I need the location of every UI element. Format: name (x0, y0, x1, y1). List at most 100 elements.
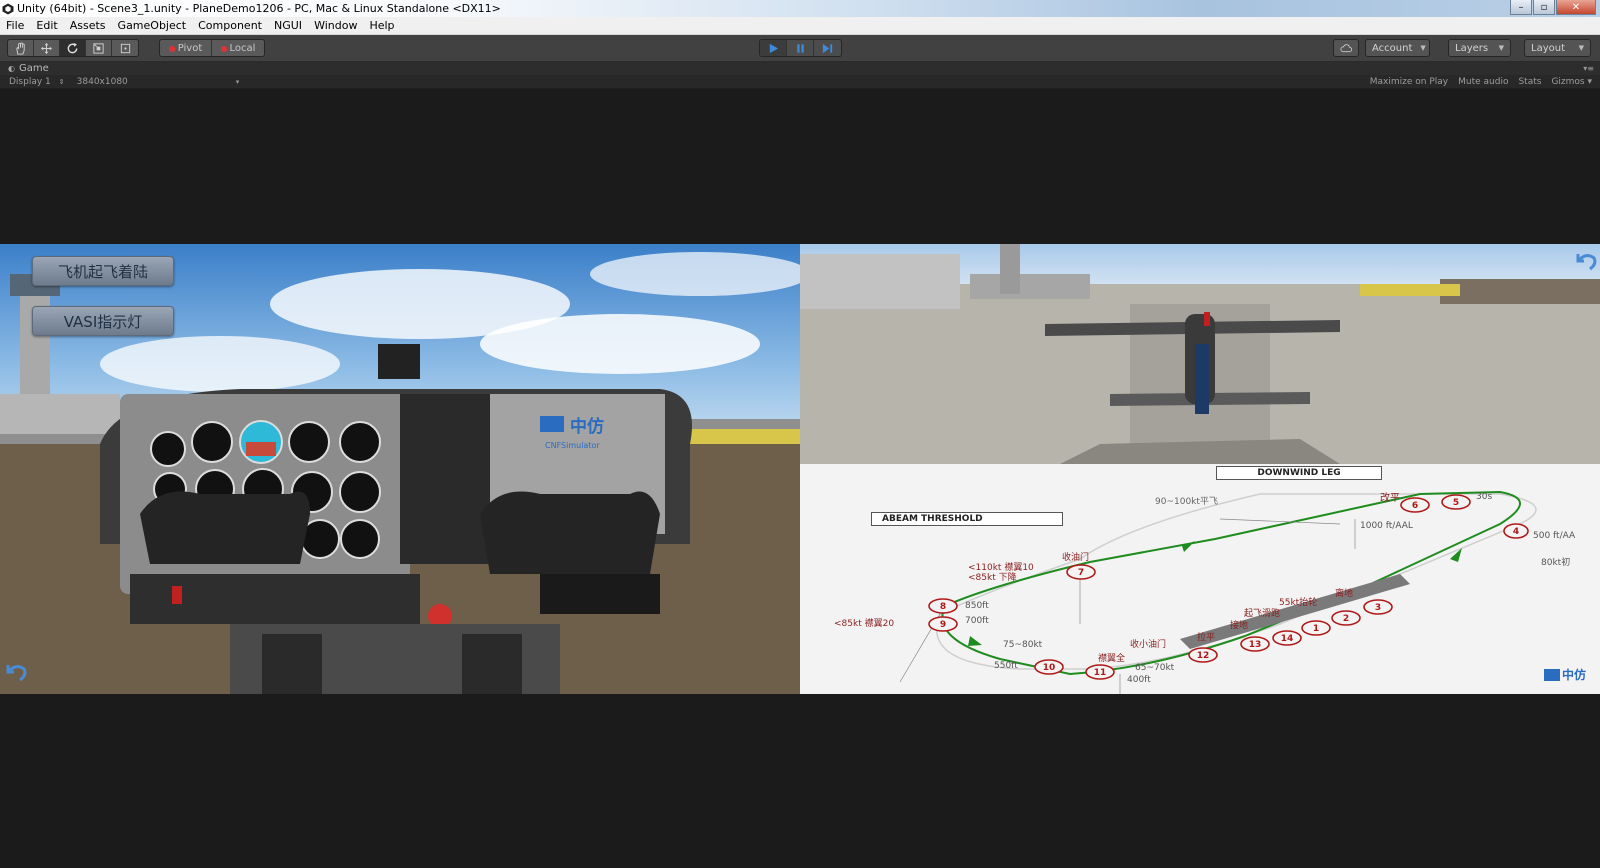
tab-menu-icon[interactable]: ▾≡ (1583, 64, 1594, 73)
unity-logo-icon (2, 3, 14, 14)
menu-assets[interactable]: Assets (64, 19, 112, 32)
layers-label: Layers (1455, 42, 1489, 54)
scale-icon[interactable] (86, 40, 112, 56)
takeoff-roll-label: 起飞滑跑 (1244, 609, 1281, 619)
time-30s-label: 30s (1476, 492, 1493, 502)
maximize-icon[interactable]: ▫ (1533, 0, 1555, 15)
alt-400-label: 400ft (1127, 675, 1151, 685)
touchdown-label: 接地 (1230, 621, 1249, 631)
pattern-point-8: 8 (940, 602, 946, 612)
game-tab-label: Game (18, 63, 49, 74)
menu-edit[interactable]: Edit (30, 19, 63, 32)
play-controls (759, 39, 842, 57)
stats-toggle[interactable]: Stats (1518, 77, 1541, 87)
game-viewport[interactable]: 中仿 CNFSimulator 飞机起飞着陆 VASI指示灯 1 2 3 4 5… (0, 89, 1600, 868)
pattern-point-6: 6 (1412, 501, 1418, 511)
minimize-icon[interactable]: – (1510, 0, 1532, 15)
traffic-pattern-chart: 1 2 3 4 5 6 7 8 9 10 11 12 13 14 DOWNWIN… (800, 464, 1600, 694)
cloud-icon (1340, 43, 1352, 52)
cockpit-view[interactable]: 中仿 CNFSimulator 飞机起飞着陆 VASI指示灯 (0, 244, 800, 694)
pattern-point-3: 3 (1375, 603, 1381, 613)
chart-brand: 中仿 (1544, 666, 1586, 683)
vasi-lights-button[interactable]: VASI指示灯 (32, 306, 174, 336)
external-view[interactable]: 1 2 3 4 5 6 7 8 9 10 11 12 13 14 DOWNWIN… (800, 244, 1600, 694)
mute-audio-toggle[interactable]: Mute audio (1458, 77, 1508, 87)
speed-75-80-label: 75~80kt (1003, 640, 1043, 650)
alt-550-label: 550ft (994, 661, 1018, 671)
back-arrow-icon[interactable] (1572, 248, 1598, 272)
menu-bar: File Edit Assets GameObject Component NG… (0, 17, 1600, 35)
brand-logo-icon (1544, 668, 1560, 681)
chart-brand-text: 中仿 (1562, 668, 1587, 682)
plane-external-image (800, 244, 1600, 464)
resolution-select[interactable]: 3840x1080 (77, 77, 128, 87)
rect-icon[interactable] (112, 40, 138, 56)
menu-window[interactable]: Window (308, 19, 363, 32)
pattern-point-5: 5 (1453, 498, 1459, 508)
panel-brand-sub: CNFSimulator (545, 441, 600, 450)
step-icon[interactable] (814, 40, 841, 56)
display-select[interactable]: Display 1 (9, 77, 51, 87)
local-icon: ● (220, 43, 228, 53)
back-arrow-icon[interactable] (2, 659, 28, 683)
pivot-toggles: ● Pivot ● Local (159, 39, 265, 57)
game-render[interactable]: 中仿 CNFSimulator 飞机起飞着陆 VASI指示灯 1 2 3 4 5… (0, 244, 1600, 694)
pattern-point-10: 10 (1043, 663, 1056, 673)
descend-label: <85kt 下降 (968, 573, 1017, 583)
account-dropdown[interactable]: Account ▼ (1365, 39, 1430, 57)
account-label: Account (1372, 42, 1413, 54)
pattern-point-9: 9 (940, 620, 946, 630)
flare-label: 拉平 (1197, 633, 1216, 643)
maximize-on-play-toggle[interactable]: Maximize on Play (1370, 77, 1448, 87)
hand-icon[interactable] (8, 40, 34, 56)
rotate-55kt-label: 55kt抬轮 (1279, 598, 1318, 608)
pattern-point-4: 4 (1513, 527, 1519, 537)
takeoff-landing-button[interactable]: 飞机起飞着陆 (32, 256, 174, 286)
menu-component[interactable]: Component (192, 19, 268, 32)
speed-65-70-label: 65~70kt (1135, 663, 1175, 673)
pattern-point-13: 13 (1249, 640, 1262, 650)
window-title: Unity (64bit) - Scene3_1.unity - PlaneDe… (17, 2, 501, 15)
layers-dropdown[interactable]: Layers ▼ (1448, 39, 1511, 57)
pause-icon[interactable] (787, 40, 814, 56)
game-tab[interactable]: ◐ Game (0, 63, 49, 74)
game-view-toolbar: Display 1 ⇕ 3840x1080 ▾ Maximize on Play… (0, 75, 1600, 89)
transform-tools (7, 39, 139, 57)
alt-500-label: 500 ft/AA (1533, 531, 1576, 541)
pattern-point-1: 1 (1313, 624, 1319, 634)
pattern-point-7: 7 (1078, 568, 1084, 578)
alt-850-label: 850ft (965, 601, 989, 611)
window-title-bar: Unity (64bit) - Scene3_1.unity - PlaneDe… (0, 0, 1600, 17)
close-icon[interactable]: ✕ (1556, 0, 1596, 15)
chevron-down-icon: ▼ (1498, 44, 1504, 52)
pivot-label: Pivot (177, 42, 203, 54)
abeam-threshold-label: ABEAM THRESHOLD (871, 512, 1063, 526)
menu-file[interactable]: File (0, 19, 30, 32)
rotate-icon[interactable] (60, 40, 86, 56)
pivot-button[interactable]: ● Pivot (160, 40, 212, 56)
move-icon[interactable] (34, 40, 60, 56)
chevron-down-icon: ▼ (1420, 44, 1426, 52)
play-icon[interactable] (760, 40, 787, 56)
menu-gameobject[interactable]: GameObject (112, 19, 193, 32)
full-flaps-label: 襟翼全 (1098, 654, 1126, 664)
game-view-icon: ◐ (8, 64, 15, 73)
local-button[interactable]: ● Local (212, 40, 264, 56)
layout-dropdown[interactable]: Layout ▼ (1524, 39, 1591, 57)
pattern-point-12: 12 (1197, 651, 1210, 661)
level-off-label: 改平 (1380, 493, 1400, 504)
gizmos-label: Gizmos (1551, 76, 1585, 87)
cloud-button[interactable] (1333, 39, 1359, 57)
chevron-down-icon: ▼ (1578, 44, 1584, 52)
menu-help[interactable]: Help (363, 19, 400, 32)
menu-ngui[interactable]: NGUI (268, 19, 308, 32)
altitude-1000-label: 1000 ft/AAL (1360, 521, 1413, 531)
alt-700-label: 700ft (965, 616, 989, 626)
speed-80-label: 80kt初 (1541, 558, 1571, 568)
pattern-point-2: 2 (1343, 614, 1349, 624)
pivot-icon: ● (168, 43, 176, 53)
gizmos-dropdown[interactable]: Gizmos ▾ (1551, 77, 1592, 87)
pattern-point-11: 11 (1094, 668, 1107, 678)
downwind-speed-label: 90~100kt平飞 (1155, 497, 1218, 507)
reduce-throttle-small-label: 收小油门 (1130, 640, 1167, 650)
